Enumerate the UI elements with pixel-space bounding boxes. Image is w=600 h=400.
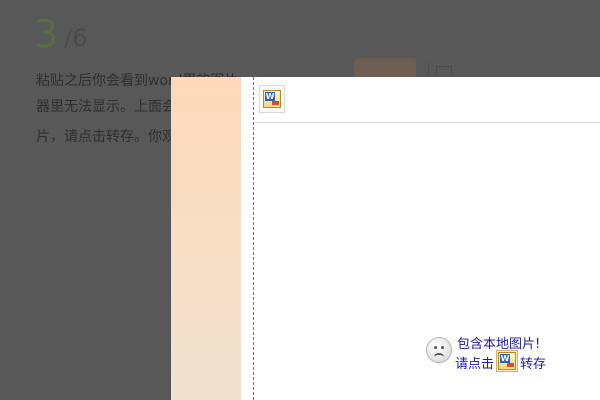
notice-instruction-prefix: 请点击 [455,357,495,372]
word-document-icon: W [498,352,516,370]
paragraph-line-3: 片，请点击转存。你观 [36,129,176,145]
background-divider [428,62,429,78]
dashed-margin-line [253,77,254,400]
local-image-notice: 包含本地图片! 请点击 W 转存 [426,333,596,373]
word-paste-button[interactable]: W [259,85,285,113]
convert-word-button[interactable]: W [496,350,518,372]
notice-instruction-suffix: 转存 [520,357,547,372]
step-current: 3 [34,12,59,56]
sad-face-icon [426,337,452,363]
step-total: /6 [64,24,88,52]
paragraph-line-2: 器里无法显示。上面会 [36,99,176,115]
toolbar-divider [255,122,600,123]
paste-preview-popup: W 包含本地图片! 请点击 W 转存 [171,77,600,400]
word-document-icon: W [263,90,281,108]
left-gradient-strip [171,77,241,400]
background-button [354,58,416,78]
